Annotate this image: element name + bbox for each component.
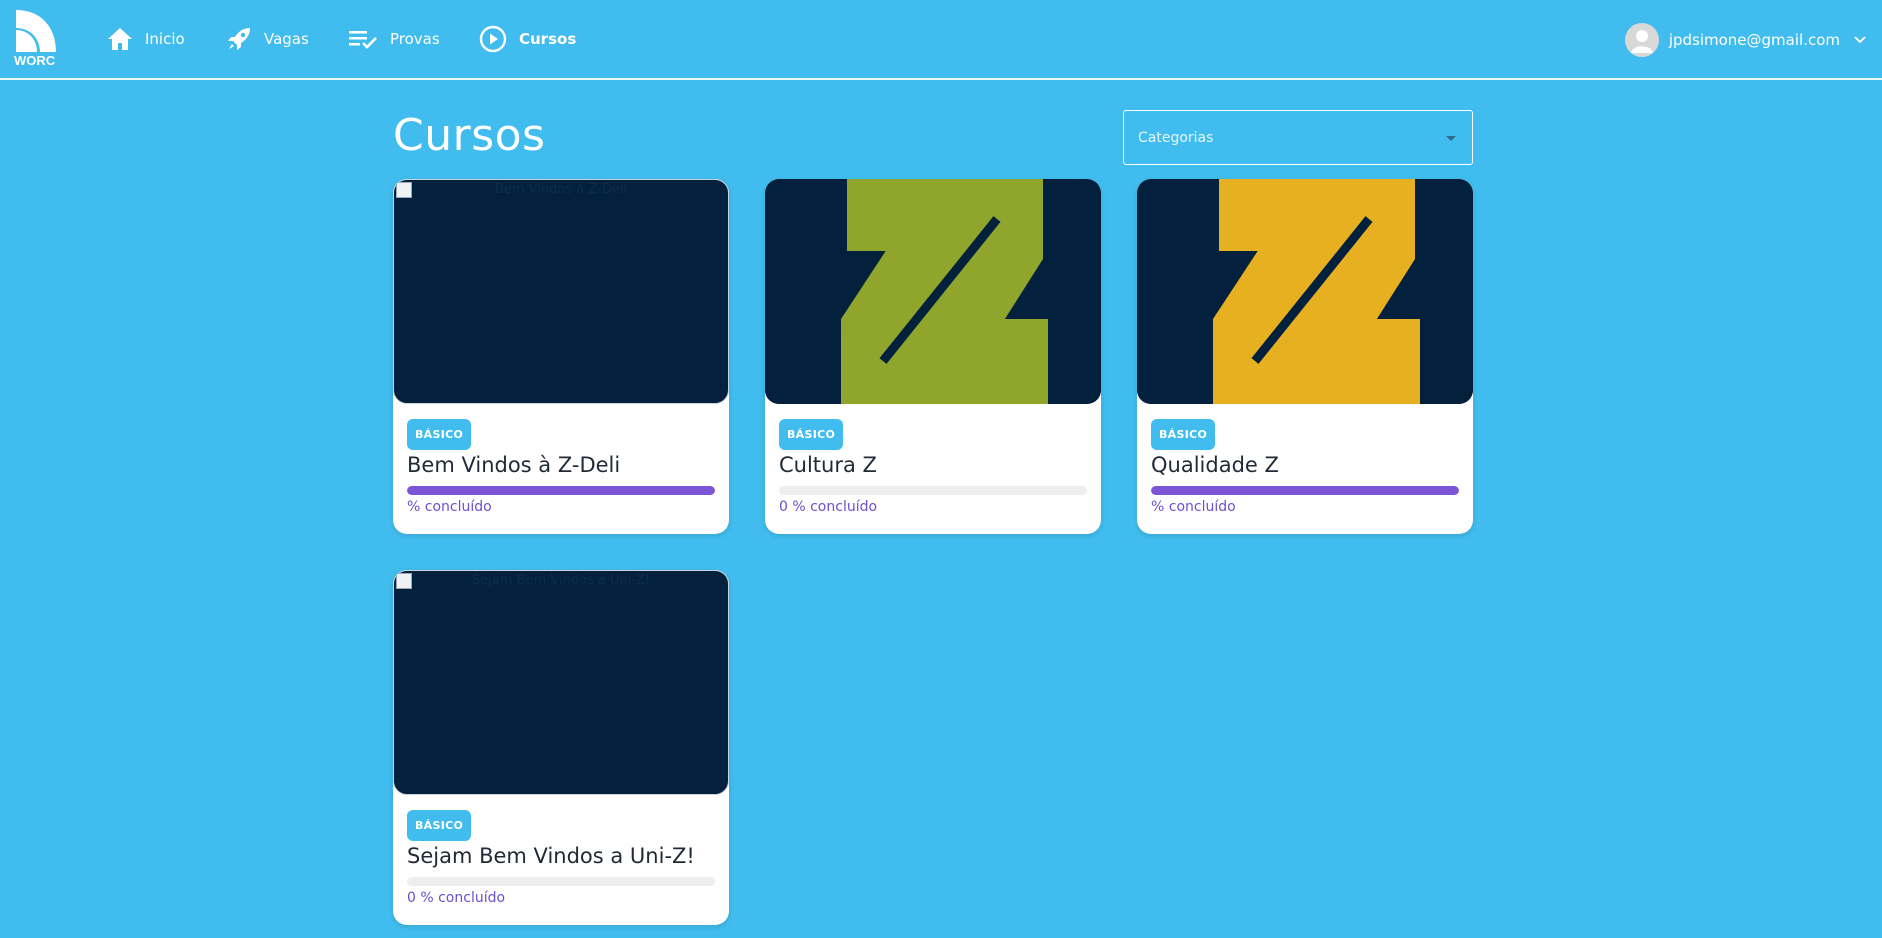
nav-label-vagas: Vagas <box>264 30 309 48</box>
course-image: Bem Vindos à Z-Deli <box>393 179 729 404</box>
worc-logo-icon <box>16 10 56 52</box>
z-logo-icon <box>765 179 1101 404</box>
course-title: Sejam Bem Vindos a Uni-Z! <box>407 844 695 868</box>
top-navbar: WORC Inicio Vagas Provas Cursos jpdsimon… <box>0 0 1882 80</box>
category-select-placeholder: Categorias <box>1138 129 1214 146</box>
progress-text: % concluído <box>407 499 492 515</box>
home-icon <box>108 28 132 50</box>
course-title: Qualidade Z <box>1151 453 1279 477</box>
user-avatar-icon <box>1624 23 1659 57</box>
progress-fill <box>1151 486 1459 495</box>
page-title: Cursos <box>393 110 546 161</box>
level-badge: BÁSICO <box>407 810 472 841</box>
nav-label-cursos: Cursos <box>519 30 577 48</box>
checklist-icon <box>349 31 377 49</box>
course-image: Sejam Bem Vindos a Uni-Z! <box>393 570 729 795</box>
z-logo-icon <box>1137 179 1473 404</box>
level-badge: BÁSICO <box>779 419 844 450</box>
progress-text: % concluído <box>1151 499 1236 515</box>
chevron-down-icon[interactable] <box>1854 36 1866 44</box>
progress-bar <box>779 486 1087 495</box>
user-email: jpdsimone@gmail.com <box>1668 31 1840 49</box>
course-card[interactable]: BÁSICO Qualidade Z % concluído <box>1137 179 1473 534</box>
play-circle-icon <box>479 25 507 53</box>
progress-bar <box>407 486 715 495</box>
level-badge: BÁSICO <box>407 419 472 450</box>
user-menu[interactable]: jpdsimone@gmail.com <box>1624 22 1866 58</box>
course-image-alt: Sejam Bem Vindos a Uni-Z! <box>471 573 651 588</box>
nav-label-provas: Provas <box>390 30 440 48</box>
progress-text: 0 % concluído <box>407 890 506 906</box>
course-card[interactable]: BÁSICO Cultura Z 0 % concluído <box>765 179 1101 534</box>
course-title: Bem Vindos à Z-Deli <box>407 453 621 477</box>
course-card[interactable]: Bem Vindos à Z-Deli BÁSICO Bem Vindos à … <box>393 179 729 534</box>
progress-fill <box>407 486 715 495</box>
nav-item-vagas[interactable]: Vagas <box>226 22 309 56</box>
course-title: Cultura Z <box>779 453 877 477</box>
level-badge: BÁSICO <box>1151 419 1216 450</box>
nav-item-inicio[interactable]: Inicio <box>107 22 185 56</box>
course-image <box>1137 179 1473 404</box>
nav-item-cursos[interactable]: Cursos <box>479 22 576 56</box>
caret-down-icon <box>1446 136 1456 141</box>
category-select[interactable]: Categorias <box>1123 110 1473 165</box>
nav-item-provas[interactable]: Provas <box>348 22 440 56</box>
progress-bar <box>1151 486 1459 495</box>
course-image <box>765 179 1101 404</box>
nav-label-inicio: Inicio <box>145 30 185 48</box>
rocket-icon <box>228 28 250 50</box>
course-card[interactable]: Sejam Bem Vindos a Uni-Z! BÁSICO Sejam B… <box>393 570 729 925</box>
worc-logo[interactable]: WORC <box>14 8 62 70</box>
progress-text: 0 % concluído <box>779 499 878 515</box>
progress-bar <box>407 877 715 886</box>
logo-text: WORC <box>14 53 56 68</box>
course-image-alt: Bem Vindos à Z-Deli <box>495 182 627 197</box>
